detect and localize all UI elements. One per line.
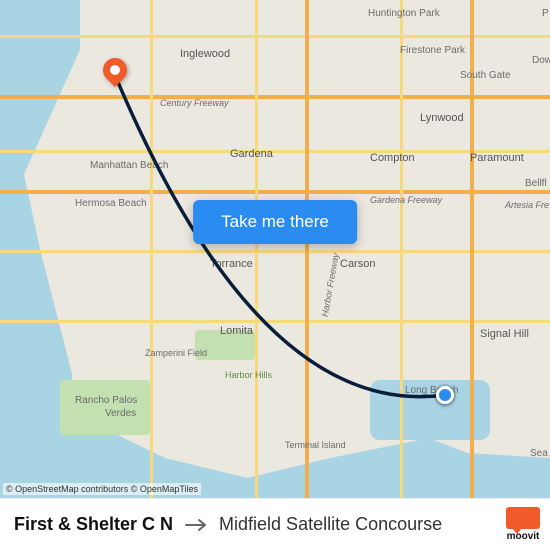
map-road — [0, 35, 550, 38]
map-road — [0, 320, 550, 323]
route-destination-label: Midfield Satellite Concourse — [219, 514, 442, 535]
attribution-osm: © OpenStreetMap contributors — [6, 484, 128, 494]
take-me-there-button[interactable]: Take me there — [193, 200, 357, 244]
moovit-icon — [506, 507, 540, 529]
map-viewport[interactable]: Huntington Park Inglewood Firestone Park… — [0, 0, 550, 498]
map-road — [400, 0, 403, 498]
map-road — [305, 0, 309, 498]
map-road — [0, 150, 550, 153]
attribution-tiles: © OpenMapTiles — [131, 484, 198, 494]
destination-marker[interactable] — [103, 58, 127, 82]
map-road — [0, 250, 550, 253]
map-road — [0, 95, 550, 99]
route-footer: First & Shelter C N Midfield Satellite C… — [0, 498, 550, 550]
map-park — [195, 330, 255, 360]
map-road — [255, 0, 258, 498]
map-road — [150, 0, 153, 498]
pin-icon — [98, 53, 132, 87]
map-road — [0, 190, 550, 194]
map-park — [60, 380, 150, 435]
moovit-logo[interactable]: moovit — [506, 507, 540, 542]
map-attribution: © OpenStreetMap contributors © OpenMapTi… — [3, 483, 201, 495]
map-road — [470, 0, 474, 498]
origin-marker[interactable] — [436, 386, 454, 404]
route-origin-label: First & Shelter C N — [14, 514, 173, 535]
arrow-right-icon — [185, 518, 207, 532]
